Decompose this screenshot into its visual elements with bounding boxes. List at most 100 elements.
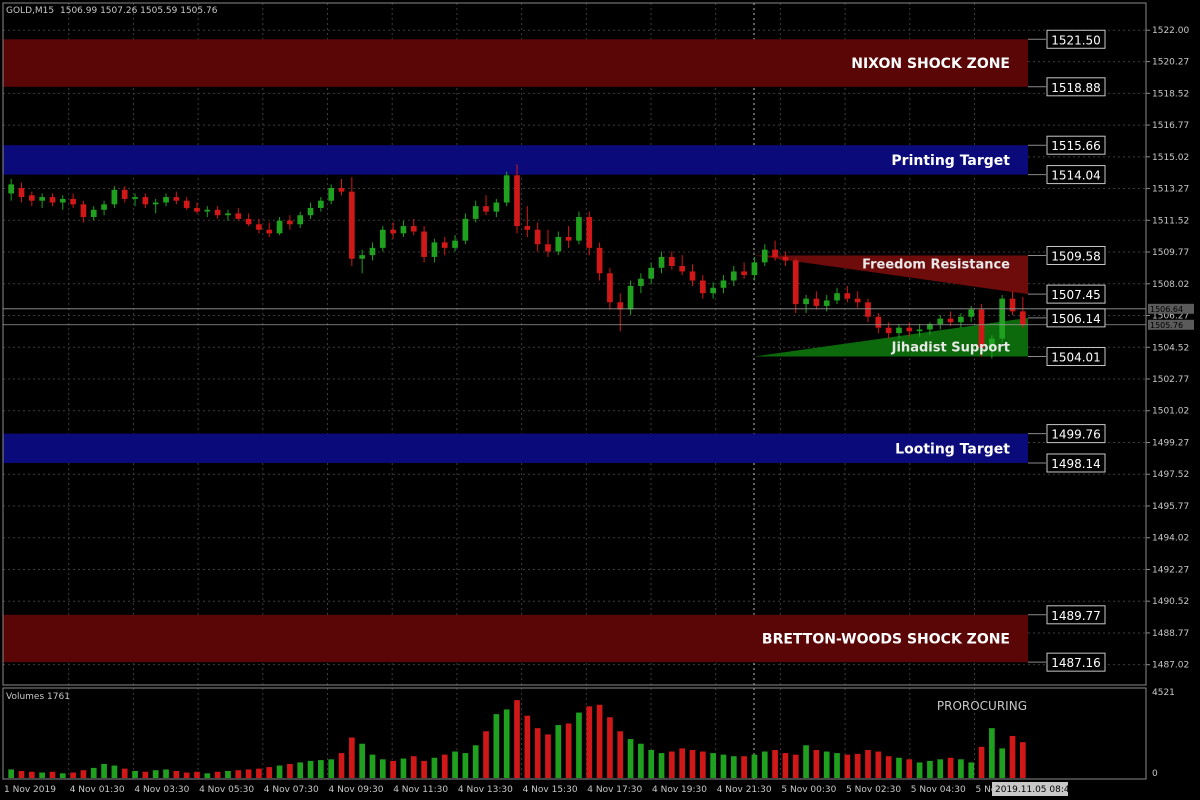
volume-bar [194, 771, 200, 778]
price-marker-label: 1521.50 [1051, 33, 1101, 47]
candle-body [761, 249, 768, 263]
price-marker-label: 1489.77 [1051, 609, 1101, 623]
header-ohlc: 1506.99 1507.26 1505.59 1505.76 [60, 6, 218, 16]
candle-body [421, 231, 427, 257]
candle-body [287, 220, 293, 225]
y-tick-label: 1487.02 [1152, 661, 1189, 671]
volume-bar [276, 765, 283, 778]
x-tick-label: 4 Nov 05:30 [199, 785, 254, 795]
candle-body [390, 229, 396, 234]
volume-bar [720, 754, 727, 778]
x-tick-label: 4 Nov 17:30 [587, 785, 642, 795]
candle-body [307, 207, 314, 216]
volume-bar [638, 743, 644, 778]
current-price-label: 1506.64 [1150, 305, 1183, 314]
volume-bar [999, 748, 1006, 778]
candle-body [854, 298, 861, 303]
price-marker-label: 1514.04 [1051, 169, 1101, 183]
volume-bar [421, 760, 427, 778]
y-tick-label: 1516.77 [1152, 121, 1189, 131]
volume-bar [472, 745, 479, 778]
candle-body [937, 318, 944, 325]
volume-bar [452, 751, 458, 778]
y-tick-label: 1492.27 [1152, 565, 1189, 575]
volume-bar [359, 743, 365, 778]
volume-bar [441, 754, 448, 778]
y-tick-label: 1501.02 [1152, 407, 1189, 417]
volume-bar [772, 749, 778, 778]
candle-body [607, 273, 613, 303]
candle-body [896, 327, 902, 334]
candle-body [194, 207, 200, 212]
volume-bar [410, 756, 417, 778]
volume-bar [483, 731, 489, 778]
candle-body [163, 197, 169, 203]
candle-body [648, 267, 655, 279]
volume-bar [896, 757, 902, 778]
volume-bar [596, 704, 603, 778]
volume-bar [39, 772, 45, 778]
candle-body [1019, 311, 1026, 325]
volume-bar [669, 751, 675, 778]
x-tick-label: 4 Nov 21:30 [717, 785, 772, 795]
candle-body [204, 209, 211, 212]
y-tick-label: 1511.52 [1152, 216, 1189, 226]
volume-bar [400, 758, 407, 778]
volume-bar [90, 767, 97, 778]
candle-body [679, 266, 686, 272]
volume-bar [906, 759, 913, 778]
candle-body [28, 195, 35, 201]
candle-body [183, 200, 190, 208]
candle-body [462, 218, 469, 241]
volume-bar [390, 760, 396, 778]
candle-body [514, 175, 520, 227]
candle-body [70, 198, 76, 205]
candle-body [865, 302, 871, 317]
volume-bar [813, 749, 820, 778]
candle-body [730, 271, 737, 281]
candle-body [452, 240, 458, 248]
volume-bar [235, 770, 242, 778]
volume-bar [648, 749, 655, 778]
candle-body [576, 217, 582, 241]
volume-scale-max: 4521 [1152, 688, 1175, 698]
x-tick-label: 4 Nov 01:30 [70, 785, 125, 795]
volume-bar [379, 759, 386, 778]
volume-bar [865, 749, 871, 778]
volume-bar [751, 754, 758, 778]
triangle-label: Jihadist Support [891, 341, 1010, 356]
candle-body [916, 329, 923, 332]
candle-body [101, 204, 107, 210]
y-tick-label: 1513.27 [1152, 185, 1189, 195]
candle-body [658, 256, 665, 268]
y-tick-label: 1518.52 [1152, 89, 1189, 99]
volume-bar [978, 746, 985, 778]
candle-body [152, 202, 159, 205]
volume-bar [947, 757, 954, 778]
candle-body [792, 260, 799, 305]
candle-body [8, 184, 15, 194]
x-tick-label: 4 Nov 13:30 [458, 785, 513, 795]
volume-bar [256, 768, 262, 778]
y-tick-label: 1499.27 [1152, 438, 1189, 448]
volume-bar [307, 760, 314, 778]
candle-body [318, 200, 324, 208]
volume-bar [710, 753, 716, 778]
volume-bar [431, 757, 438, 778]
zone-label: BRETTON-WOODS SHOCK ZONE [762, 631, 1010, 647]
volume-bar [689, 749, 696, 778]
candle-body [586, 217, 593, 248]
candle-body [359, 255, 365, 259]
volume-bar [834, 753, 840, 778]
candle-body [225, 213, 231, 216]
candle-body [999, 298, 1006, 339]
volume-bar [111, 765, 118, 778]
volume-bar [49, 771, 56, 778]
volume-bar [586, 706, 593, 778]
trading-chart[interactable]: 1522.00 1520.27 1518.52 1516.77 1515.02 1513.… [0, 0, 1200, 800]
candle-body [751, 262, 758, 276]
candle-body [59, 198, 66, 203]
candle-body [111, 189, 118, 205]
y-tick-label: 1495.77 [1152, 502, 1189, 512]
price-marker-label: 1515.66 [1051, 139, 1101, 153]
